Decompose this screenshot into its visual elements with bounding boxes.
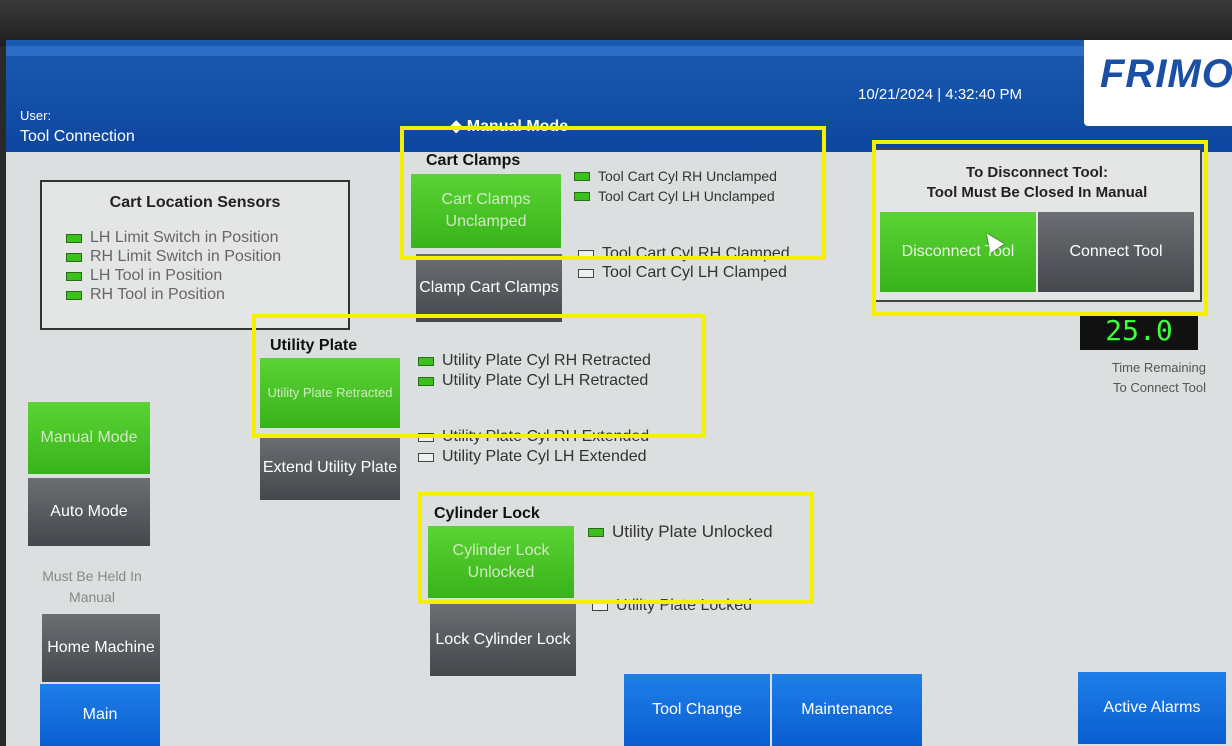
status-led [418,452,434,462]
indicator-label: Tool Cart Cyl LH Unclamped [598,188,775,204]
header-bar: User: Tool Connection ◆ Manual Mode 10/2… [6,40,1232,152]
status-led [578,249,594,259]
indicator-label: Utility Plate Cyl RH Retracted [442,352,651,369]
cart-location-title: Cart Location Sensors [109,194,281,211]
indicator-cart-lh-clamped: Tool Cart Cyl LH Clamped [578,264,787,282]
utility-plate-status-button[interactable]: Utility Plate Retracted [260,358,400,428]
indicator-rh-tool: RH Tool in Position [66,286,225,304]
status-led [588,527,604,537]
indicator-lh-limit: LH Limit Switch in Position [66,229,279,247]
disconnect-title-line1: To Disconnect Tool: [966,164,1108,181]
home-machine-button[interactable]: Home Machine [42,614,160,682]
header-band [6,46,1232,56]
manual-mode-button[interactable]: Manual Mode [28,402,150,474]
status-led [418,376,434,386]
indicator-plate-unlocked: Utility Plate Unlocked [588,522,773,542]
hmi-screen: User: Tool Connection ◆ Manual Mode 10/2… [6,40,1232,746]
indicator-label: RH Tool in Position [90,286,225,303]
screen-title: Tool Connection [20,128,135,145]
auto-mode-button[interactable]: Auto Mode [28,478,150,546]
extend-utility-plate-button[interactable]: Extend Utility Plate [260,436,400,500]
status-led [66,233,82,243]
status-led [574,171,590,181]
time-label-line1: Time Remaining [1111,360,1206,375]
lock-cylinder-lock-button[interactable]: Lock Cylinder Lock [430,604,576,676]
indicator-plate-lh-extended: Utility Plate Cyl LH Extended [418,448,647,466]
time-label-line2: To Connect Tool [1113,379,1206,395]
clamp-cart-clamps-button[interactable]: Clamp Cart Clamps [416,254,562,322]
indicator-label: Utility Plate Cyl RH Extended [442,428,650,445]
time-remaining-label: Time Remaining To Connect Tool [1066,358,1206,397]
tool-connection-panel: To Disconnect Tool: Tool Must Be Closed … [872,148,1202,302]
status-led [66,252,82,262]
tool-change-nav-button[interactable]: Tool Change [624,674,770,746]
indicator-plate-lh-retracted: Utility Plate Cyl LH Retracted [418,372,648,390]
status-led [418,432,434,442]
indicator-plate-rh-extended: Utility Plate Cyl RH Extended [418,428,649,446]
indicator-label: Tool Cart Cyl RH Clamped [602,245,790,262]
datetime: 10/21/2024 | 4:32:40 PM [858,86,1023,103]
indicator-plate-locked: Utility Plate Locked [592,597,752,615]
utility-plate-title: Utility Plate [270,337,358,354]
disconnect-tool-button[interactable]: Disconnect Tool [880,212,1036,292]
indicator-lh-tool: LH Tool in Position [66,267,222,285]
indicator-cart-rh-clamped: Tool Cart Cyl RH Clamped [578,245,790,263]
time-remaining-readout: 25.0 [1080,312,1198,350]
indicator-label: Tool Cart Cyl LH Clamped [602,264,787,281]
cart-location-panel: Cart Location Sensors LH Limit Switch in… [40,180,350,330]
indicator-rh-limit: RH Limit Switch in Position [66,248,281,266]
indicator-label: Utility Plate Cyl LH Extended [442,448,647,465]
frimo-logo: FRIMO [1084,40,1232,126]
indicator-label: LH Limit Switch in Position [90,229,279,246]
indicator-cart-rh-unclamped: Tool Cart Cyl RH Unclamped [574,168,777,184]
status-led [592,601,608,611]
indicator-label: Utility Plate Unlocked [612,522,773,541]
cylinder-lock-status-button[interactable]: Cylinder Lock Unlocked [428,526,574,598]
mode-indicator: ◆ Manual Mode [450,118,569,135]
must-be-held-note: Must Be Held In Manual [42,568,142,605]
indicator-label: LH Tool in Position [90,267,223,284]
indicator-label: Tool Cart Cyl RH Unclamped [598,168,777,184]
disconnect-title-line2: Tool Must Be Closed In Manual [926,184,1148,201]
logo-text: FRIMO [1100,52,1232,96]
status-led [66,271,82,281]
indicator-cart-lh-unclamped: Tool Cart Cyl LH Unclamped [574,188,775,204]
user-label: User: [20,108,52,123]
indicator-plate-rh-retracted: Utility Plate Cyl RH Retracted [418,352,651,370]
status-led [66,290,82,300]
cart-clamps-status-button[interactable]: Cart Clamps Unclamped [411,174,561,248]
indicator-label: Utility Plate Locked [616,597,753,614]
cart-clamps-title: Cart Clamps [426,152,521,169]
status-led [578,268,594,278]
indicator-label: RH Limit Switch in Position [90,248,282,265]
active-alarms-nav-button[interactable]: Active Alarms [1078,672,1226,744]
status-led [574,191,590,201]
main-nav-button[interactable]: Main [40,684,160,746]
status-led [418,356,434,366]
indicator-label: Utility Plate Cyl LH Retracted [442,372,649,389]
cylinder-lock-title: Cylinder Lock [434,505,540,522]
connect-tool-button[interactable]: Connect Tool [1038,212,1194,292]
maintenance-nav-button[interactable]: Maintenance [772,674,922,746]
